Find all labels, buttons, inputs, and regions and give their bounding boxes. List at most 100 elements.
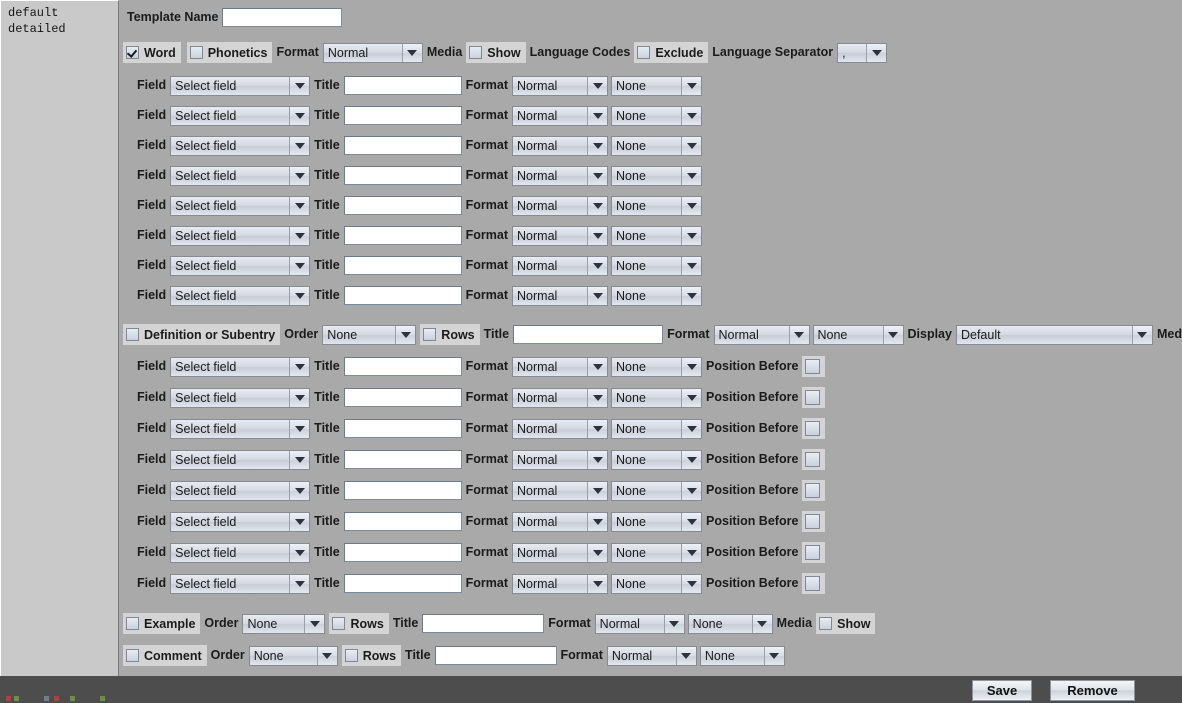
position-before-checkbox-box[interactable] — [805, 452, 820, 467]
comment-order-combo[interactable]: None — [249, 646, 338, 666]
chevron-down-icon[interactable] — [588, 420, 607, 438]
position-before-checkbox-box[interactable] — [805, 359, 820, 374]
chevron-down-icon[interactable] — [290, 451, 309, 469]
chevron-down-icon[interactable] — [290, 389, 309, 407]
chevron-down-icon[interactable] — [290, 167, 309, 185]
definition-order-combo[interactable]: None — [322, 325, 416, 345]
field-format-combo[interactable]: Normal — [512, 286, 608, 306]
chevron-down-icon[interactable] — [290, 482, 309, 500]
field-title-input[interactable] — [344, 166, 462, 185]
definition-style-combo[interactable]: None — [813, 325, 904, 345]
example-show-checkbox[interactable]: Show — [816, 613, 875, 634]
example-style-combo[interactable]: None — [688, 614, 773, 634]
comment-title-input[interactable] — [435, 646, 557, 665]
position-before-checkbox[interactable] — [802, 449, 825, 470]
definition-rows-checkbox-box[interactable] — [423, 328, 436, 341]
chevron-down-icon[interactable] — [682, 389, 701, 407]
chevron-down-icon[interactable] — [682, 575, 701, 593]
word-checkbox[interactable]: Word — [123, 42, 181, 63]
field-format-combo[interactable]: Normal — [512, 256, 608, 276]
chevron-down-icon[interactable] — [290, 575, 309, 593]
template-name-input[interactable] — [222, 8, 342, 27]
example-title-input[interactable] — [422, 614, 544, 633]
position-before-checkbox[interactable] — [802, 542, 825, 563]
chevron-down-icon[interactable] — [290, 107, 309, 125]
field-style-combo[interactable]: None — [611, 512, 702, 532]
chevron-down-icon[interactable] — [682, 227, 701, 245]
position-before-checkbox-box[interactable] — [805, 545, 820, 560]
comment-style-combo[interactable]: None — [700, 646, 785, 666]
example-order-combo[interactable]: None — [242, 614, 325, 634]
chevron-down-icon[interactable] — [765, 647, 784, 665]
definition-title-input[interactable] — [513, 325, 663, 344]
position-before-checkbox-box[interactable] — [805, 514, 820, 529]
field-title-input[interactable] — [344, 256, 462, 275]
field-style-combo[interactable]: None — [611, 574, 702, 594]
chevron-down-icon[interactable] — [588, 107, 607, 125]
field-format-combo[interactable]: Normal — [512, 450, 608, 470]
field-style-combo[interactable]: None — [611, 286, 702, 306]
example-show-checkbox-box[interactable] — [819, 617, 832, 630]
exclude-checkbox[interactable]: Exclude — [634, 42, 708, 63]
field-title-input[interactable] — [344, 512, 462, 531]
field-title-input[interactable] — [344, 286, 462, 305]
chevron-down-icon[interactable] — [588, 358, 607, 376]
save-button[interactable]: Save — [972, 680, 1032, 701]
media-show-checkbox-box[interactable] — [469, 46, 482, 59]
field-select[interactable]: Select field — [170, 419, 310, 439]
field-select[interactable]: Select field — [170, 543, 310, 563]
example-rows-checkbox-box[interactable] — [332, 617, 345, 630]
field-format-combo[interactable]: Normal — [512, 357, 608, 377]
field-format-combo[interactable]: Normal — [512, 574, 608, 594]
definition-checkbox-box[interactable] — [126, 328, 139, 341]
field-style-combo[interactable]: None — [611, 226, 702, 246]
position-before-checkbox[interactable] — [802, 480, 825, 501]
field-title-input[interactable] — [344, 481, 462, 500]
chevron-down-icon[interactable] — [588, 137, 607, 155]
chevron-down-icon[interactable] — [682, 358, 701, 376]
chevron-down-icon[interactable] — [588, 451, 607, 469]
field-style-combo[interactable]: None — [611, 357, 702, 377]
chevron-down-icon[interactable] — [682, 420, 701, 438]
position-before-checkbox-box[interactable] — [805, 390, 820, 405]
position-before-checkbox[interactable] — [802, 573, 825, 594]
chevron-down-icon[interactable] — [753, 615, 772, 633]
chevron-down-icon[interactable] — [290, 287, 309, 305]
field-format-combo[interactable]: Normal — [512, 136, 608, 156]
definition-display-combo[interactable]: Default — [956, 325, 1153, 345]
field-select[interactable]: Select field — [170, 574, 310, 594]
chevron-down-icon[interactable] — [677, 647, 696, 665]
field-format-combo[interactable]: Normal — [512, 76, 608, 96]
field-select[interactable]: Select field — [170, 450, 310, 470]
chevron-down-icon[interactable] — [588, 513, 607, 531]
field-select[interactable]: Select field — [170, 481, 310, 501]
field-format-combo[interactable]: Normal — [512, 512, 608, 532]
field-title-input[interactable] — [344, 574, 462, 593]
field-title-input[interactable] — [344, 357, 462, 376]
field-select[interactable]: Select field — [170, 256, 310, 276]
field-style-combo[interactable]: None — [611, 450, 702, 470]
chevron-down-icon[interactable] — [790, 326, 809, 344]
chevron-down-icon[interactable] — [682, 167, 701, 185]
field-select[interactable]: Select field — [170, 286, 310, 306]
definition-format-combo[interactable]: Normal — [714, 325, 810, 345]
field-title-input[interactable] — [344, 419, 462, 438]
field-title-input[interactable] — [344, 543, 462, 562]
field-select[interactable]: Select field — [170, 136, 310, 156]
media-show-checkbox[interactable]: Show — [466, 42, 525, 63]
chevron-down-icon[interactable] — [290, 197, 309, 215]
chevron-down-icon[interactable] — [588, 287, 607, 305]
comment-checkbox-box[interactable] — [126, 649, 139, 662]
chevron-down-icon[interactable] — [290, 137, 309, 155]
field-title-input[interactable] — [344, 106, 462, 125]
chevron-down-icon[interactable] — [682, 257, 701, 275]
field-style-combo[interactable]: None — [611, 481, 702, 501]
field-title-input[interactable] — [344, 226, 462, 245]
header-format-combo[interactable]: Normal — [323, 43, 423, 63]
comment-rows-checkbox-box[interactable] — [345, 649, 358, 662]
field-style-combo[interactable]: None — [611, 256, 702, 276]
position-before-checkbox[interactable] — [802, 418, 825, 439]
chevron-down-icon[interactable] — [588, 575, 607, 593]
phonetics-checkbox-box[interactable] — [190, 46, 203, 59]
chevron-down-icon[interactable] — [588, 257, 607, 275]
